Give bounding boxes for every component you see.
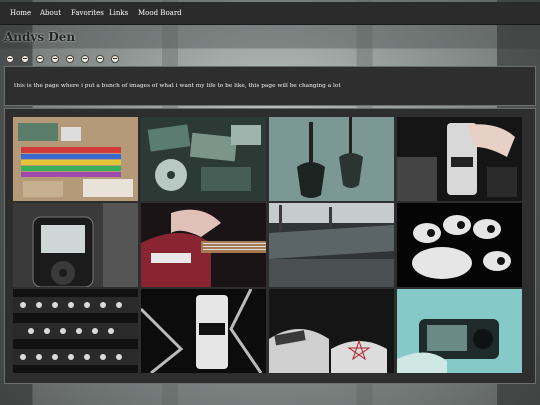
skull-icon xyxy=(111,55,119,63)
site-title: Andys Den xyxy=(4,30,76,44)
skull-divider xyxy=(6,55,126,63)
top-navigation-bar: Home About Favorites Links Mood Board xyxy=(0,2,540,25)
gallery-image-camera-in-hand[interactable] xyxy=(397,289,522,373)
gallery-image-monster-can-chains[interactable] xyxy=(141,289,266,373)
gallery-image-sneakers-pentagram[interactable] xyxy=(269,289,394,373)
gallery-image-gloved-hand[interactable] xyxy=(397,203,522,287)
skull-icon xyxy=(96,55,104,63)
gallery-image-ipod[interactable] xyxy=(13,203,138,287)
gallery-image-studded-bracelets[interactable] xyxy=(13,289,138,373)
mood-board-gallery xyxy=(4,108,536,384)
gallery-image-energy-drink-can[interactable] xyxy=(397,117,522,201)
skull-icon xyxy=(81,55,89,63)
skull-icon xyxy=(51,55,59,63)
gallery-image-guitar-wall[interactable] xyxy=(269,117,394,201)
nav-link-links[interactable]: Links xyxy=(109,2,128,24)
skull-icon xyxy=(6,55,14,63)
intro-text: this is the page where i put a bunch of … xyxy=(14,83,341,89)
gallery-image-cd-stack[interactable] xyxy=(141,117,266,201)
skull-icon xyxy=(66,55,74,63)
nav-link-about[interactable]: About xyxy=(40,2,61,24)
gallery-image-abandoned-rooftop[interactable] xyxy=(269,203,394,287)
nav-link-mood-board[interactable]: Mood Board xyxy=(138,2,182,24)
gallery-image-art-supplies[interactable] xyxy=(13,117,138,201)
intro-panel: this is the page where i put a bunch of … xyxy=(4,66,536,106)
gallery-image-electric-guitar[interactable] xyxy=(141,203,266,287)
skull-icon xyxy=(21,55,29,63)
nav-link-home[interactable]: Home xyxy=(10,2,31,24)
nav-link-favorites[interactable]: Favorites xyxy=(71,2,104,24)
skull-icon xyxy=(36,55,44,63)
